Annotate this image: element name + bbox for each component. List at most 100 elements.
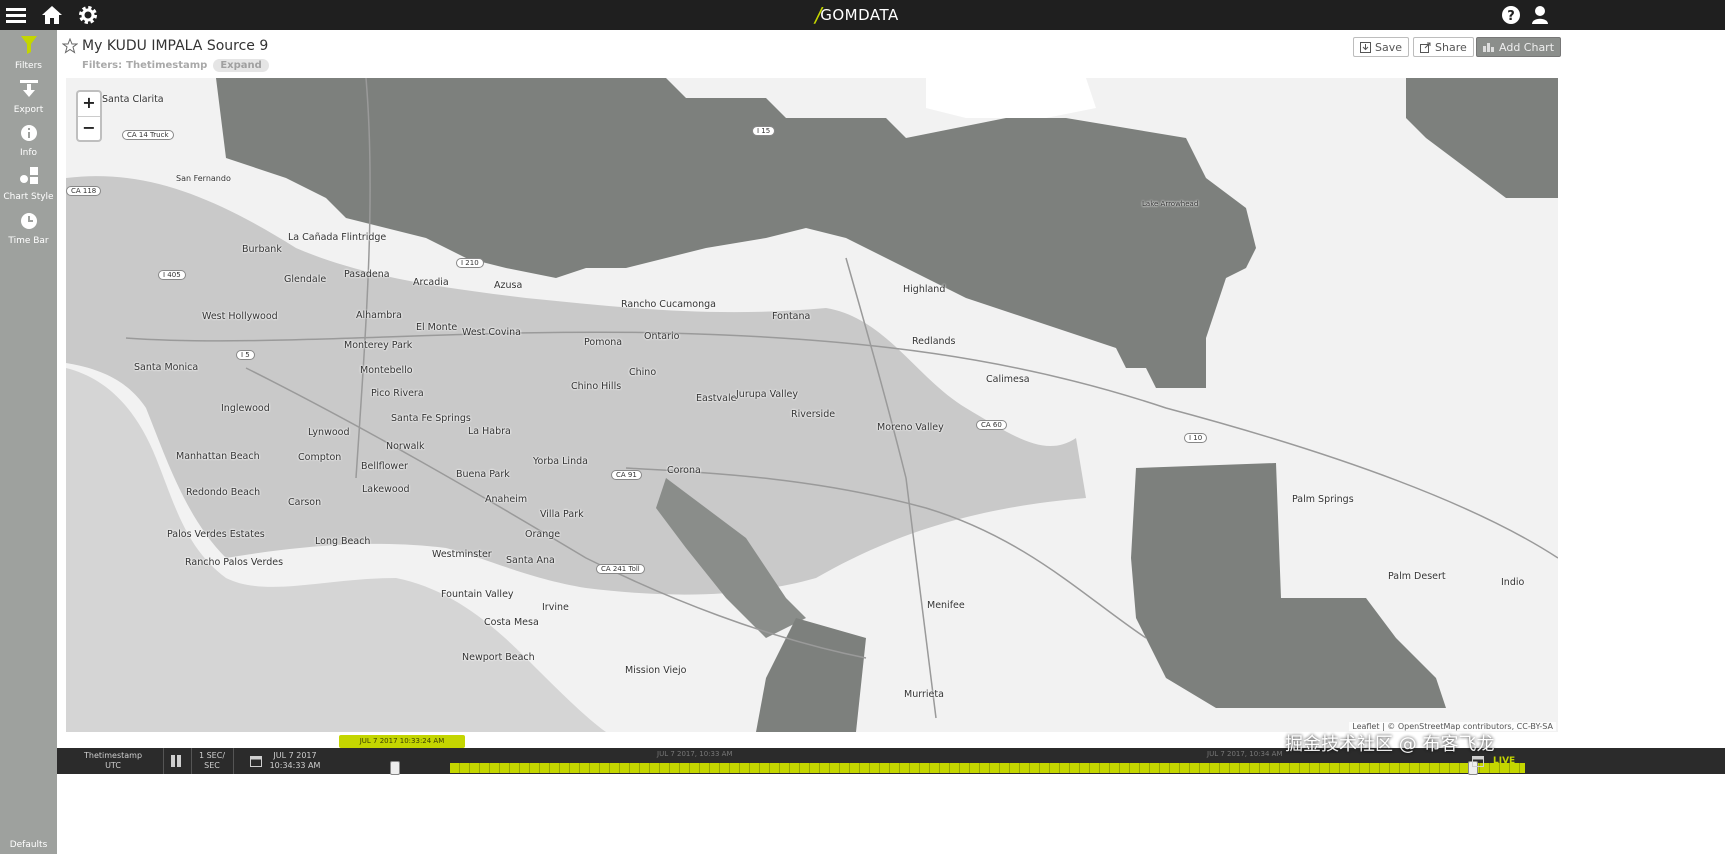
map-label: Redlands: [912, 336, 956, 347]
filters-row: Filters: Thetimestamp Expand: [82, 58, 269, 72]
map-label: Menifee: [927, 600, 965, 611]
map-label: Ontario: [644, 331, 680, 342]
playback-rate-unit: SEC: [204, 761, 220, 770]
gear-icon[interactable]: [76, 3, 100, 27]
map-label: Glendale: [284, 274, 327, 285]
live-button[interactable]: LIVE: [1493, 756, 1515, 766]
share-icon: [1420, 42, 1431, 53]
map-view[interactable]: + − Santa Clarita San Fernando Burbank L…: [66, 78, 1558, 732]
map-label: Long Beach: [315, 536, 371, 547]
map-tiles[interactable]: [66, 78, 1558, 732]
chart-style-icon: [19, 167, 38, 184]
map-label: Yorba Linda: [533, 456, 588, 467]
map-label: Santa Monica: [134, 362, 199, 373]
home-icon[interactable]: [40, 3, 64, 27]
zoom-out-button[interactable]: −: [78, 116, 100, 140]
sidebar-item-label: Export: [13, 105, 44, 115]
time-field-name: Thetimestamp: [83, 751, 143, 760]
time-range-track[interactable]: [450, 763, 1525, 773]
pause-button[interactable]: [167, 748, 185, 774]
map-label: Westminster: [432, 549, 492, 560]
highway-shield: CA 14 Truck: [122, 130, 174, 140]
map-label: Manhattan Beach: [176, 451, 260, 462]
map-label: Bellflower: [361, 461, 408, 472]
help-icon[interactable]: ?: [1499, 3, 1523, 27]
sidebar-item-time-bar[interactable]: Time Bar: [0, 213, 57, 246]
map-label: Newport Beach: [462, 652, 535, 663]
save-button[interactable]: Save: [1353, 37, 1410, 57]
map-label: Norwalk: [386, 441, 425, 452]
map-label: Compton: [298, 452, 342, 463]
map-label: Fontana: [772, 311, 811, 322]
calendar-start-icon[interactable]: [247, 748, 265, 774]
map-label: Arcadia: [413, 277, 449, 288]
map-label: Lake Arrowhead: [1142, 200, 1199, 208]
share-button[interactable]: Share: [1413, 37, 1474, 57]
sidebar-item-label: Time Bar: [8, 236, 49, 246]
map-label: Jurupa Valley: [736, 389, 798, 400]
menu-icon[interactable]: [4, 3, 28, 27]
highway-shield: I 15: [752, 126, 776, 136]
filters-value: Thetimestamp: [126, 59, 208, 71]
sidebar-item-label: Chart Style: [3, 192, 54, 202]
map-label: Mission Viejo: [625, 665, 687, 676]
map-label: Anaheim: [485, 494, 528, 505]
map-label: Burbank: [242, 244, 282, 255]
sidebar-item-label: Info: [19, 148, 38, 158]
map-label: Highland: [903, 284, 946, 295]
highway-shield: I 5: [236, 350, 255, 360]
highway-shield: CA 60: [976, 420, 1007, 430]
map-label: Chino Hills: [571, 381, 622, 392]
map-label: Eastvale: [696, 393, 737, 404]
map-label: Palm Springs: [1292, 494, 1354, 505]
share-label: Share: [1435, 40, 1467, 54]
map-label: West Covina: [462, 327, 521, 338]
highway-shield: CA 91: [611, 470, 642, 480]
zoom-in-button[interactable]: +: [78, 92, 100, 116]
clock-icon: [20, 213, 37, 229]
map-label: Villa Park: [540, 509, 584, 520]
time-field-selector[interactable]: Thetimestamp UTC: [65, 748, 161, 774]
user-icon[interactable]: [1528, 3, 1552, 27]
map-label: Irvine: [542, 602, 569, 613]
map-label: Fountain Valley: [441, 589, 514, 600]
sidebar-item-chart-style[interactable]: Chart Style: [0, 167, 57, 202]
time-range-start-handle[interactable]: [390, 761, 400, 775]
playback-rate[interactable]: 1 SEC/ SEC: [195, 748, 229, 774]
filters-label: Filters:: [82, 59, 123, 71]
map-label: Alhambra: [356, 310, 402, 321]
time-scale-label: JUL 7 2017, 10:33 AM: [657, 750, 733, 758]
add-chart-label: Add Chart: [1499, 40, 1555, 54]
filter-icon: [20, 36, 37, 54]
sidebar-item-export[interactable]: Export: [0, 80, 57, 115]
map-label: Indio: [1501, 577, 1525, 588]
map-label: Montebello: [360, 365, 413, 376]
start-datetime[interactable]: JUL 7 2017 10:34:33 AM: [265, 748, 325, 774]
map-label: Riverside: [791, 409, 836, 420]
map-label: Inglewood: [221, 403, 270, 414]
page-title: My KUDU IMPALA Source 9: [82, 38, 269, 54]
download-icon: [1360, 41, 1371, 53]
map-label: Pasadena: [344, 269, 390, 280]
playback-rate-value: 1 SEC/: [198, 751, 226, 760]
map-label: Santa Ana: [506, 555, 555, 566]
map-label: Buena Park: [456, 469, 510, 480]
sidebar-item-filters[interactable]: Filters: [0, 36, 57, 71]
map-label: Orange: [525, 529, 561, 540]
expand-button[interactable]: Expand: [213, 58, 269, 72]
star-icon[interactable]: [62, 38, 78, 54]
export-icon: [19, 80, 38, 97]
sidebar-item-info[interactable]: Info: [0, 125, 57, 158]
defaults-button[interactable]: Defaults: [0, 840, 57, 850]
pause-icon: [171, 755, 181, 767]
map-label: Lynwood: [308, 427, 350, 438]
watermark: 掘金技术社区 @ 布客飞龙: [1285, 734, 1495, 755]
time-selection-chip[interactable]: JUL 7 2017 10:33:24 AM: [339, 735, 465, 748]
map-label: Calimesa: [986, 374, 1030, 385]
add-chart-button[interactable]: Add Chart: [1476, 37, 1562, 57]
info-icon: [20, 125, 37, 141]
map-label: Carson: [288, 497, 322, 508]
add-chart-icon: [1483, 43, 1494, 52]
map-label: Lakewood: [362, 484, 410, 495]
map-label: Corona: [667, 465, 701, 476]
